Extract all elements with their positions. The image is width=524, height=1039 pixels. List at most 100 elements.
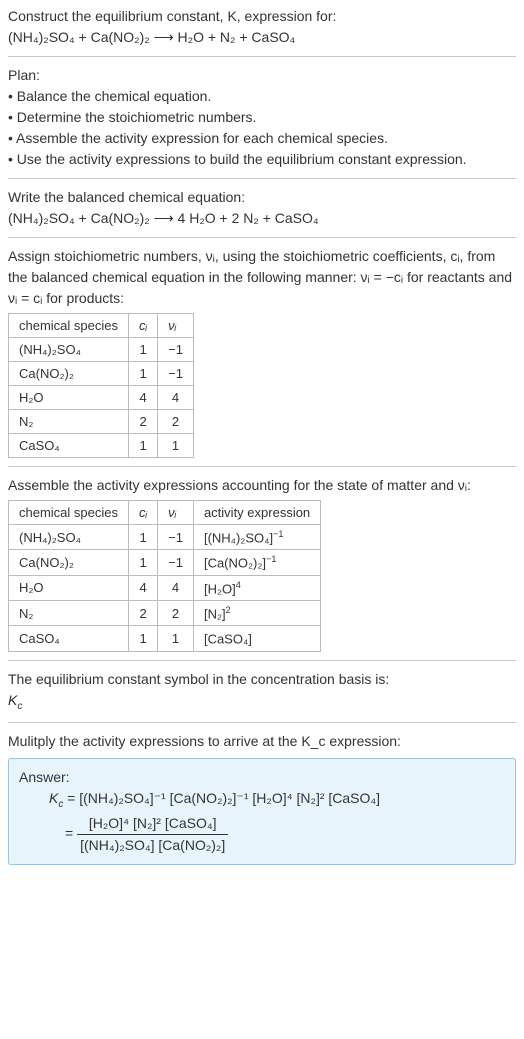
cell-ci: 1 xyxy=(129,626,158,651)
unbalanced-eq-text: (NH₄)₂SO₄ + Ca(NO₂)₂ ⟶ H₂O + N₂ + CaSO₄ xyxy=(8,29,295,45)
cell-ci: 2 xyxy=(129,600,158,625)
separator xyxy=(8,237,516,238)
cell-vi: 4 xyxy=(158,386,194,410)
separator xyxy=(8,466,516,467)
separator xyxy=(8,660,516,661)
cell-species: CaSO₄ xyxy=(9,434,129,458)
cell-ci: 1 xyxy=(129,550,158,575)
table-row: Ca(NO₂)₂ 1 −1 xyxy=(9,362,194,386)
activity-base: [CaSO₄] xyxy=(204,632,252,647)
separator xyxy=(8,56,516,57)
plan-bullet-3: • Assemble the activity expression for e… xyxy=(8,128,516,149)
plan-heading: Plan: xyxy=(8,65,516,86)
header-species: chemical species xyxy=(9,501,129,525)
eqconst-symbol: Kc xyxy=(8,690,516,714)
table-header-row: chemical species cᵢ νᵢ xyxy=(9,314,194,338)
cell-activity: [Ca(NO₂)₂]−1 xyxy=(193,550,320,575)
cell-vi: 1 xyxy=(158,434,194,458)
cell-vi: −1 xyxy=(158,362,194,386)
cell-vi: −1 xyxy=(158,550,194,575)
header-ci: cᵢ xyxy=(129,314,158,338)
kc-lhs-sub: c xyxy=(58,799,63,810)
table-header-row: chemical species cᵢ νᵢ activity expressi… xyxy=(9,501,321,525)
answer-line1: Kc = [(NH₄)₂SO₄]⁻¹ [Ca(NO₂)₂]⁻¹ [H₂O]⁴ [… xyxy=(49,788,505,812)
table-row: H₂O 4 4 xyxy=(9,386,194,410)
cell-species: CaSO₄ xyxy=(9,626,129,651)
cell-vi: −1 xyxy=(158,525,194,550)
header-vi-text: νᵢ xyxy=(168,505,176,520)
answer-box: Answer: Kc = [(NH₄)₂SO₄]⁻¹ [Ca(NO₂)₂]⁻¹ … xyxy=(8,758,516,864)
kc-sub: c xyxy=(17,700,22,711)
cell-activity: [CaSO₄] xyxy=(193,626,320,651)
activity-table: chemical species cᵢ νᵢ activity expressi… xyxy=(8,500,321,652)
header-ci-text: cᵢ xyxy=(139,505,147,520)
activity-base: [H₂O] xyxy=(204,581,236,596)
plan-bullet-1: • Balance the chemical equation. xyxy=(8,86,516,107)
separator xyxy=(8,178,516,179)
cell-species: N₂ xyxy=(9,600,129,625)
cell-activity: [N₂]2 xyxy=(193,600,320,625)
assemble-text: Assemble the activity expressions accoun… xyxy=(8,475,516,496)
cell-activity: [(NH₄)₂SO₄]−1 xyxy=(193,525,320,550)
header-activity: activity expression xyxy=(193,501,320,525)
unbalanced-equation: (NH₄)₂SO₄ + Ca(NO₂)₂ ⟶ H₂O + N₂ + CaSO₄ xyxy=(8,27,516,48)
balanced-equation: (NH₄)₂SO₄ + Ca(NO₂)₂ ⟶ 4 H₂O + 2 N₂ + Ca… xyxy=(8,208,516,229)
activity-exp: 4 xyxy=(236,580,241,590)
answer-eqsign: = xyxy=(65,825,77,841)
header-ci: cᵢ xyxy=(129,501,158,525)
plan-bullet-2: • Determine the stoichiometric numbers. xyxy=(8,107,516,128)
intro-line1: Construct the equilibrium constant, K, e… xyxy=(8,6,516,27)
cell-species: H₂O xyxy=(9,575,129,600)
multiply-text: Mulitply the activity expressions to arr… xyxy=(8,731,516,752)
activity-base: [(NH₄)₂SO₄] xyxy=(204,530,273,545)
header-species: chemical species xyxy=(9,314,129,338)
kc-symbol: K xyxy=(8,692,17,708)
answer-fraction: [H₂O]⁴ [N₂]² [CaSO₄] [(NH₄)₂SO₄] [Ca(NO₂… xyxy=(77,813,228,856)
cell-species: (NH₄)₂SO₄ xyxy=(9,525,129,550)
header-vi-text: νᵢ xyxy=(168,318,176,333)
activity-base: [Ca(NO₂)₂] xyxy=(204,556,266,571)
eqconst-text: The equilibrium constant symbol in the c… xyxy=(8,669,516,690)
activity-exp: −1 xyxy=(266,554,276,564)
cell-ci: 1 xyxy=(129,338,158,362)
cell-ci: 1 xyxy=(129,434,158,458)
answer-product: [(NH₄)₂SO₄]⁻¹ [Ca(NO₂)₂]⁻¹ [H₂O]⁴ [N₂]² … xyxy=(79,790,380,806)
cell-species: N₂ xyxy=(9,410,129,434)
kc-lhs: K xyxy=(49,790,58,806)
balanced-heading: Write the balanced chemical equation: xyxy=(8,187,516,208)
assign-text: Assign stoichiometric numbers, νᵢ, using… xyxy=(8,246,516,309)
table-row: H₂O 4 4 [H₂O]4 xyxy=(9,575,321,600)
table-row: (NH₄)₂SO₄ 1 −1 xyxy=(9,338,194,362)
answer-line2: = [H₂O]⁴ [N₂]² [CaSO₄] [(NH₄)₂SO₄] [Ca(N… xyxy=(65,813,505,856)
table-row: Ca(NO₂)₂ 1 −1 [Ca(NO₂)₂]−1 xyxy=(9,550,321,575)
cell-vi: 2 xyxy=(158,600,194,625)
table-row: CaSO₄ 1 1 xyxy=(9,434,194,458)
cell-vi: 4 xyxy=(158,575,194,600)
cell-species: Ca(NO₂)₂ xyxy=(9,550,129,575)
intro-text: Construct the equilibrium constant, K, e… xyxy=(8,8,336,24)
cell-ci: 2 xyxy=(129,410,158,434)
cell-species: H₂O xyxy=(9,386,129,410)
equals: = xyxy=(67,790,79,806)
plan-bullet-4: • Use the activity expressions to build … xyxy=(8,149,516,170)
cell-ci: 4 xyxy=(129,575,158,600)
table-row: N₂ 2 2 [N₂]2 xyxy=(9,600,321,625)
fraction-denominator: [(NH₄)₂SO₄] [Ca(NO₂)₂] xyxy=(77,835,228,856)
answer-label: Answer: xyxy=(19,767,505,788)
activity-exp: −1 xyxy=(273,529,283,539)
header-vi: νᵢ xyxy=(158,501,194,525)
cell-species: (NH₄)₂SO₄ xyxy=(9,338,129,362)
cell-ci: 1 xyxy=(129,525,158,550)
activity-base: [N₂] xyxy=(204,606,226,621)
cell-vi: 1 xyxy=(158,626,194,651)
activity-exp: 2 xyxy=(226,605,231,615)
cell-vi: 2 xyxy=(158,410,194,434)
cell-ci: 1 xyxy=(129,362,158,386)
cell-ci: 4 xyxy=(129,386,158,410)
table-row: (NH₄)₂SO₄ 1 −1 [(NH₄)₂SO₄]−1 xyxy=(9,525,321,550)
cell-vi: −1 xyxy=(158,338,194,362)
header-vi: νᵢ xyxy=(158,314,194,338)
table-row: CaSO₄ 1 1 [CaSO₄] xyxy=(9,626,321,651)
table-row: N₂ 2 2 xyxy=(9,410,194,434)
header-ci-text: cᵢ xyxy=(139,318,147,333)
